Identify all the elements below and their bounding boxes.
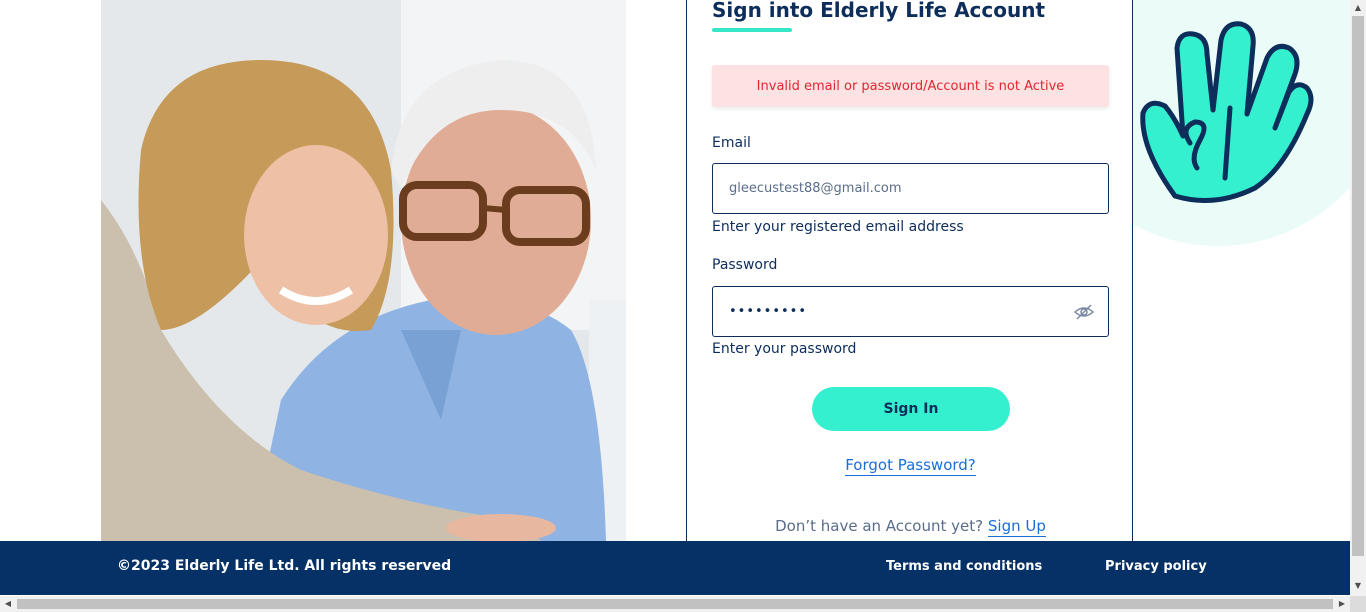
hero-photo: [101, 0, 626, 541]
scroll-left-arrow-icon[interactable]: ◀: [0, 596, 16, 612]
page-title: Sign into Elderly Life Account: [712, 0, 1046, 22]
email-label: Email: [712, 135, 751, 151]
hero-photo-illustration: [101, 0, 626, 541]
forgot-password-link[interactable]: Forgot Password?: [845, 456, 976, 476]
email-hint: Enter your registered email address: [712, 219, 964, 235]
sign-in-button[interactable]: Sign In: [812, 387, 1010, 431]
password-input[interactable]: •••••••••: [729, 304, 807, 319]
hand-logo-icon: [1140, 21, 1314, 203]
copyright-text: ©2023 Elderly Life Ltd. All rights reser…: [117, 558, 452, 574]
signup-row: Don’t have an Account yet? Sign Up: [687, 517, 1134, 537]
scrollbar-corner: [1350, 596, 1366, 612]
vertical-scrollbar[interactable]: ▲ ▼: [1350, 0, 1366, 596]
title-underline: [712, 28, 792, 32]
footer: ©2023 Elderly Life Ltd. All rights reser…: [0, 541, 1350, 595]
privacy-link[interactable]: Privacy policy: [1105, 559, 1207, 574]
eye-slash-icon[interactable]: [1074, 303, 1094, 321]
error-message: Invalid email or password/Account is not…: [756, 78, 1065, 94]
terms-link[interactable]: Terms and conditions: [886, 559, 1042, 574]
password-label: Password: [712, 257, 778, 273]
horizontal-scroll-thumb[interactable]: [17, 599, 1333, 609]
email-field[interactable]: [712, 163, 1109, 214]
horizontal-scrollbar[interactable]: ◀ ▶: [0, 596, 1350, 612]
scroll-right-arrow-icon[interactable]: ▶: [1334, 596, 1350, 612]
password-hint: Enter your password: [712, 341, 857, 357]
password-field[interactable]: •••••••••: [712, 286, 1109, 337]
email-input[interactable]: [729, 181, 1059, 196]
error-alert: Invalid email or password/Account is not…: [712, 65, 1109, 107]
vertical-scroll-thumb[interactable]: [1352, 16, 1364, 556]
forgot-password-row: Forgot Password?: [687, 456, 1134, 476]
signin-card: Sign into Elderly Life Account Invalid e…: [686, 0, 1133, 543]
sign-up-link[interactable]: Sign Up: [987, 517, 1046, 537]
scroll-up-arrow-icon[interactable]: ▲: [1350, 0, 1366, 16]
scroll-down-arrow-icon[interactable]: ▼: [1350, 578, 1366, 594]
no-account-text: Don’t have an Account yet?: [775, 517, 984, 535]
